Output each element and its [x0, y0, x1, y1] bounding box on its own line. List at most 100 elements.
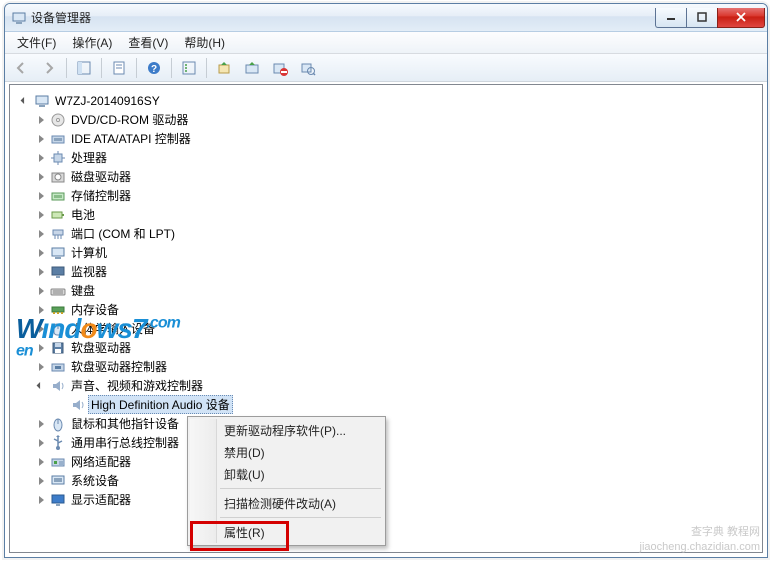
tree-item-audio-device[interactable]: High Definition Audio 设备 — [14, 395, 758, 414]
help-button[interactable]: ? — [141, 56, 167, 80]
monitor-icon — [50, 264, 66, 280]
disk-icon — [50, 169, 66, 185]
floppyctrl-icon — [50, 359, 66, 375]
toolbar: ? — [5, 54, 767, 82]
tree-item[interactable]: 通用串行总线控制器 — [14, 433, 758, 452]
expander-icon[interactable] — [34, 151, 48, 165]
menu-help[interactable]: 帮助(H) — [176, 32, 233, 53]
tree-item[interactable]: 网络适配器 — [14, 452, 758, 471]
expander-icon[interactable] — [34, 132, 48, 146]
tree-item[interactable]: 系统设备 — [14, 471, 758, 490]
tree-item[interactable]: 电池 — [14, 205, 758, 224]
expander-icon[interactable] — [34, 170, 48, 184]
properties-button[interactable] — [106, 56, 132, 80]
context-menu: 更新驱动程序软件(P)... 禁用(D) 卸载(U) 扫描检测硬件改动(A) 属… — [187, 416, 386, 546]
tree-item-label: 内存设备 — [68, 300, 122, 319]
tree-item-label: 键盘 — [68, 281, 98, 300]
tree-item[interactable]: 处理器 — [14, 148, 758, 167]
expander-icon[interactable] — [34, 379, 48, 393]
minimize-button[interactable] — [655, 8, 686, 28]
root-label: W7ZJ-20140916SY — [52, 93, 163, 109]
floppy-icon — [50, 340, 66, 356]
tree-item[interactable]: 存储控制器 — [14, 186, 758, 205]
expander-icon[interactable] — [18, 94, 32, 108]
tree-item[interactable]: 磁盘驱动器 — [14, 167, 758, 186]
tree-item[interactable]: 鼠标和其他指针设备 — [14, 414, 758, 433]
menu-action[interactable]: 操作(A) — [64, 32, 120, 53]
speaker-icon — [70, 397, 86, 413]
cm-scan-changes[interactable]: 扫描检测硬件改动(A) — [190, 492, 383, 514]
expander-icon[interactable] — [34, 113, 48, 127]
expander-icon[interactable] — [34, 227, 48, 241]
expander-icon[interactable] — [34, 360, 48, 374]
tree-item-label: 电池 — [68, 205, 98, 224]
expander-icon[interactable] — [34, 436, 48, 450]
hid-icon — [50, 321, 66, 337]
device-tree-pane[interactable]: W7ZJ-20140916SY DVD/CD-ROM 驱动器IDE ATA/AT… — [9, 84, 763, 553]
network-icon — [50, 454, 66, 470]
system-icon — [50, 473, 66, 489]
expander-icon[interactable] — [34, 189, 48, 203]
storage-icon — [50, 188, 66, 204]
disable-button[interactable] — [267, 56, 293, 80]
port-icon — [50, 226, 66, 242]
memory-icon — [50, 302, 66, 318]
expander-icon[interactable] — [34, 417, 48, 431]
tree-item[interactable]: 端口 (COM 和 LPT) — [14, 224, 758, 243]
tree-item-label: 处理器 — [68, 148, 110, 167]
show-hide-tree-button[interactable] — [71, 56, 97, 80]
ide-icon — [50, 131, 66, 147]
uninstall-button[interactable] — [239, 56, 265, 80]
window-controls — [655, 8, 765, 28]
expander-icon[interactable] — [34, 303, 48, 317]
tree-item[interactable]: 键盘 — [14, 281, 758, 300]
tree-item[interactable]: 软盘驱动器控制器 — [14, 357, 758, 376]
computer-icon — [34, 93, 50, 109]
tree-item[interactable]: 计算机 — [14, 243, 758, 262]
tree-item[interactable]: IDE ATA/ATAPI 控制器 — [14, 129, 758, 148]
tree-item[interactable]: 声音、视频和游戏控制器 — [14, 376, 758, 395]
cm-update-driver[interactable]: 更新驱动程序软件(P)... — [190, 419, 383, 441]
window-title: 设备管理器 — [31, 9, 655, 26]
expander-icon[interactable] — [34, 455, 48, 469]
expander-icon[interactable] — [34, 341, 48, 355]
cm-uninstall[interactable]: 卸载(U) — [190, 463, 383, 485]
tree-item-label: 声音、视频和游戏控制器 — [68, 376, 206, 395]
usb-icon — [50, 435, 66, 451]
tree-item-label: 存储控制器 — [68, 186, 134, 205]
cm-disable[interactable]: 禁用(D) — [190, 441, 383, 463]
tree-root[interactable]: W7ZJ-20140916SY — [14, 91, 758, 110]
titlebar[interactable]: 设备管理器 — [5, 4, 767, 32]
tree-item-label: 鼠标和其他指针设备 — [68, 414, 182, 433]
tree-item[interactable]: 显示适配器 — [14, 490, 758, 509]
keyboard-icon — [50, 283, 66, 299]
close-button[interactable] — [717, 8, 765, 28]
update-driver-button[interactable] — [211, 56, 237, 80]
menu-view[interactable]: 查看(V) — [120, 32, 176, 53]
views-button[interactable] — [176, 56, 202, 80]
tree-item[interactable]: DVD/CD-ROM 驱动器 — [14, 110, 758, 129]
tree-item-label: 监视器 — [68, 262, 110, 281]
expander-icon[interactable] — [34, 265, 48, 279]
expander-icon[interactable] — [34, 208, 48, 222]
mouse-icon — [50, 416, 66, 432]
tree-item[interactable]: 软盘驱动器 — [14, 338, 758, 357]
scan-hardware-button[interactable] — [295, 56, 321, 80]
cm-properties[interactable]: 属性(R) — [190, 521, 383, 543]
expander-icon[interactable] — [34, 246, 48, 260]
expander-icon[interactable] — [34, 322, 48, 336]
display-icon — [50, 492, 66, 508]
expander-icon[interactable] — [34, 493, 48, 507]
expander-icon[interactable] — [34, 284, 48, 298]
tree-item[interactable]: 人体学输入设备 — [14, 319, 758, 338]
toolbar-separator — [136, 58, 137, 78]
tree-item-label: DVD/CD-ROM 驱动器 — [68, 110, 191, 129]
tree-item[interactable]: 内存设备 — [14, 300, 758, 319]
back-button[interactable] — [8, 56, 34, 80]
menu-file[interactable]: 文件(F) — [9, 32, 64, 53]
maximize-button[interactable] — [686, 8, 717, 28]
expander-icon[interactable] — [34, 474, 48, 488]
tree-item-label: 端口 (COM 和 LPT) — [68, 224, 178, 243]
forward-button[interactable] — [36, 56, 62, 80]
tree-item[interactable]: 监视器 — [14, 262, 758, 281]
